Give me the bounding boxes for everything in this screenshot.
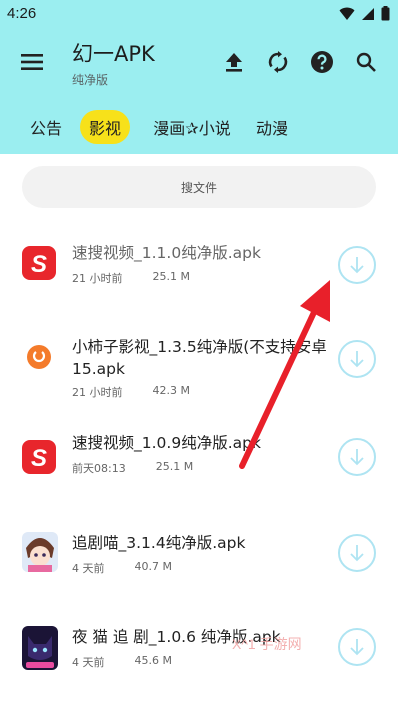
file-size: 42.3 M [152, 384, 190, 397]
status-bar: 4:26 [0, 0, 398, 28]
app-header: 4:26 幻一APK 纯净版 公告 影视 漫画✰小说 动漫 [0, 0, 398, 154]
upload-button[interactable] [220, 48, 248, 76]
file-list-item[interactable]: 小柿子影视_1.3.5纯净版(不支持安卓15.apk 21 小时前 42.3 M [0, 316, 398, 406]
category-tabs: 公告 影视 漫画✰小说 动漫 [0, 104, 398, 148]
tab-anime[interactable]: 动漫 [250, 110, 294, 144]
svg-text:S: S [31, 251, 47, 278]
file-name: 速搜视频_1.0.9纯净版.apk [72, 434, 261, 452]
toolbar: 幻一APK 纯净版 [0, 30, 398, 94]
file-name: 速搜视频_1.1.0纯净版.apk [72, 244, 261, 262]
search-files-input[interactable]: 搜文件 [22, 166, 376, 208]
battery-icon [381, 6, 390, 21]
file-meta: 前天08:13 25.1 M [72, 460, 193, 476]
svg-text:S: S [31, 445, 47, 472]
menu-button[interactable] [18, 48, 46, 76]
orange-persimmon-app-icon [27, 345, 51, 369]
signal-icon [362, 7, 374, 20]
upload-icon [226, 53, 242, 72]
red-s-app-icon: S [22, 440, 56, 474]
download-button[interactable] [338, 534, 376, 572]
app-title: 幻一APK [72, 42, 155, 66]
refresh-button[interactable] [264, 48, 292, 76]
tab-movies[interactable]: 影视 [80, 110, 130, 144]
hamburger-menu-icon [21, 54, 43, 70]
file-list-item[interactable]: S 速搜视频_1.0.9纯净版.apk 前天08:13 25.1 M [0, 412, 398, 502]
help-button[interactable] [308, 48, 336, 76]
help-icon [311, 51, 333, 73]
search-icon [356, 52, 376, 72]
file-time: 4 天前 [72, 562, 105, 575]
watermark-logo: X^1 手游网 [232, 636, 302, 652]
wifi-icon [339, 7, 355, 20]
night-cat-app-icon [22, 626, 58, 670]
status-time: 4:26 [7, 5, 37, 22]
download-button[interactable] [338, 246, 376, 284]
download-button[interactable] [338, 340, 376, 378]
file-list-item[interactable]: 夜 猫 追 剧_1.0.6 纯净版.apk 4 天前 45.6 M [0, 604, 398, 694]
file-time: 21 小时前 [72, 386, 123, 399]
download-arrow-icon [350, 639, 364, 656]
file-list-item[interactable]: 追剧喵_3.1.4纯净版.apk 4 天前 40.7 M [0, 510, 398, 600]
file-time: 4 天前 [72, 656, 105, 669]
file-name: 追剧喵_3.1.4纯净版.apk [72, 534, 246, 552]
download-arrow-icon [350, 257, 364, 274]
app-subtitle: 纯净版 [72, 73, 109, 87]
file-meta: 4 天前 45.6 M [72, 654, 172, 670]
anime-girl-app-icon [22, 532, 58, 572]
download-arrow-icon [350, 449, 364, 466]
sync-icon [268, 51, 288, 73]
file-size: 25.1 M [155, 460, 194, 473]
download-arrow-icon [350, 351, 364, 368]
red-s-app-icon: S [22, 246, 56, 280]
file-size: 40.7 M [134, 560, 172, 573]
status-icons [339, 6, 390, 21]
tab-comics-novels[interactable]: 漫画✰小说 [146, 110, 238, 144]
download-button[interactable] [338, 438, 376, 476]
file-time: 21 小时前 [72, 272, 123, 285]
file-meta: 4 天前 40.7 M [72, 560, 172, 576]
file-size: 45.6 M [134, 654, 172, 667]
search-button[interactable] [352, 48, 380, 76]
download-arrow-icon [350, 545, 364, 562]
file-meta: 21 小时前 42.3 M [72, 384, 190, 400]
file-meta: 21 小时前 25.1 M [72, 270, 190, 286]
file-size: 25.1 M [152, 270, 190, 283]
file-time: 前天08:13 [72, 462, 126, 475]
tab-announcements[interactable]: 公告 [24, 110, 68, 144]
download-button[interactable] [338, 628, 376, 666]
file-name: 小柿子影视_1.3.5纯净版(不支持安卓15.apk [72, 338, 327, 378]
file-list-item[interactable]: S 速搜视频_1.1.0纯净版.apk 21 小时前 25.1 M [0, 222, 398, 312]
